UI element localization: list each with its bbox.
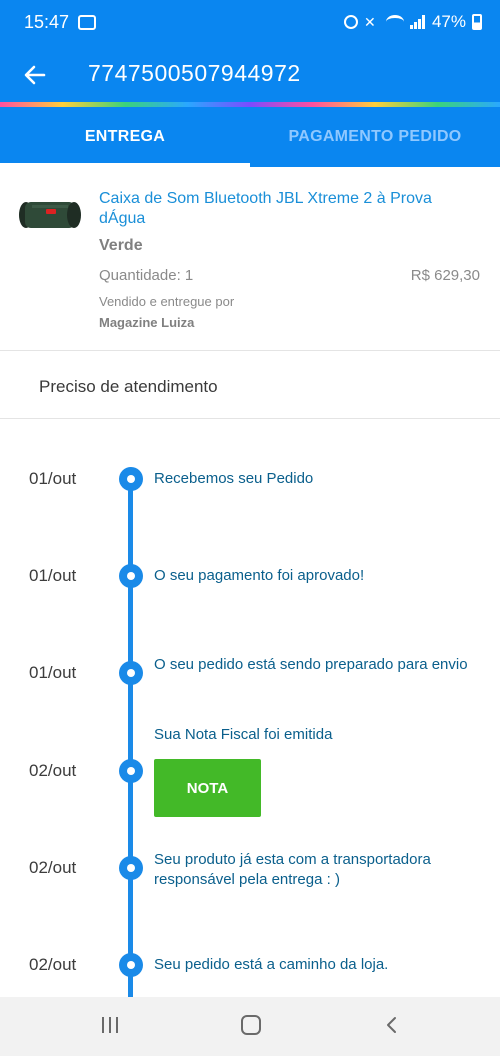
status-icons: ✕ 47% (343, 12, 482, 32)
app-bar: 7747500507944972 (0, 46, 500, 104)
event-text: O seu pedido está sendo preparado para e… (154, 656, 468, 673)
timeline-dot (119, 661, 143, 685)
timeline-dot (119, 759, 143, 783)
help-label: Preciso de atendimento (39, 377, 218, 396)
product-image (19, 202, 81, 228)
tab-bar: ENTREGA PAGAMENTO PEDIDO (0, 107, 500, 167)
timeline-dot (119, 564, 143, 588)
event-date: 02/out (29, 858, 77, 877)
timeline-event: 01/out Recebemos seu Pedido (0, 467, 500, 527)
product-name-link[interactable]: Caixa de Som Bluetooth JBL Xtreme 2 à Pr… (99, 189, 469, 229)
product-price: R$ 629,30 (410, 267, 480, 284)
timeline-event: 01/out O seu pedido está sendo preparado… (0, 656, 500, 721)
event-date: 01/out (29, 469, 77, 488)
event-date: 02/out (29, 955, 77, 974)
timeline-event: Sua Nota Fiscal foi emitida 02/out NOTA (0, 725, 500, 835)
timeline-dot (119, 953, 143, 977)
gallery-notification-icon (78, 15, 96, 30)
product-quantity: Quantidade: 1 (99, 267, 194, 284)
product-color: Verde (99, 237, 143, 254)
tab-entrega-label: ENTREGA (84, 128, 166, 145)
event-text: O seu pagamento foi aprovado! (154, 567, 365, 584)
order-number-title: 7747500507944972 (88, 60, 301, 86)
signal-icon (409, 15, 426, 29)
battery-percent: 47% (431, 12, 466, 31)
event-text: Seu pedido está a caminho da loja. (154, 956, 389, 973)
event-text: Recebemos seu Pedido (154, 470, 314, 487)
help-row[interactable]: Preciso de atendimento (0, 351, 500, 419)
battery-icon (472, 14, 482, 30)
timeline-dot (119, 467, 143, 491)
timeline-dot (119, 856, 143, 880)
seller-name: Magazine Luiza (99, 315, 195, 330)
timeline-event: 02/out Seu produto já esta com a transpo… (0, 851, 500, 916)
product-card: Caixa de Som Bluetooth JBL Xtreme 2 à Pr… (0, 167, 500, 351)
mute-icon: ✕ (363, 14, 376, 30)
timeline-event: 02/out Seu pedido está a caminho da loja… (0, 953, 500, 997)
home-icon[interactable] (241, 1015, 261, 1035)
event-date: 02/out (29, 761, 77, 780)
recent-apps-icon[interactable] (102, 1017, 120, 1033)
nota-button[interactable]: NOTA (154, 759, 261, 817)
sold-by-label: Vendido e entregue por (99, 294, 235, 309)
tab-entrega[interactable]: ENTREGA (0, 107, 250, 167)
alarm-icon (343, 15, 358, 29)
event-text: Seu produto já esta com a transportadora… (154, 851, 431, 888)
back-chevron-icon[interactable] (382, 1015, 402, 1035)
status-bar: 15:47 ✕ 47% (0, 0, 500, 46)
delivery-timeline: 01/out Recebemos seu Pedido 01/out O seu… (0, 419, 500, 997)
event-text: Sua Nota Fiscal foi emitida (154, 726, 333, 743)
tab-pagamento-pedido[interactable]: PAGAMENTO PEDIDO (250, 107, 500, 167)
system-nav-bar (0, 997, 500, 1056)
wifi-icon (385, 15, 404, 29)
back-arrow-icon[interactable] (22, 62, 48, 88)
event-date: 01/out (29, 566, 77, 585)
event-date: 01/out (29, 663, 77, 682)
timeline-event: 01/out O seu pagamento foi aprovado! (0, 564, 500, 624)
tab-pagamento-label: PAGAMENTO PEDIDO (288, 128, 462, 145)
status-time: 15:47 (24, 12, 70, 32)
